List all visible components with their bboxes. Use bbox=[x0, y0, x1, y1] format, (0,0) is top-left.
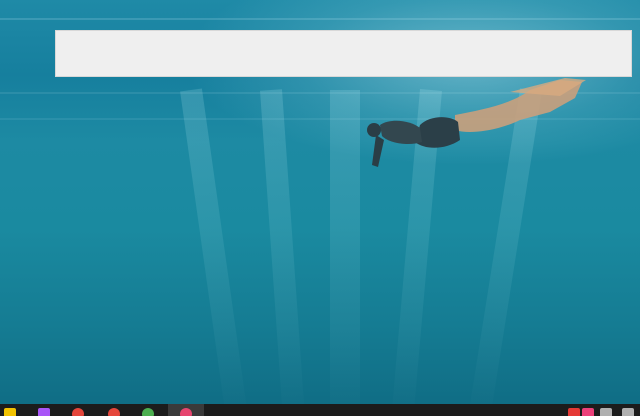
app-red-icon[interactable] bbox=[72, 408, 84, 416]
swimmer-image bbox=[367, 78, 586, 167]
tray-pink-icon[interactable] bbox=[582, 408, 594, 416]
tray-red-icon[interactable] bbox=[568, 408, 580, 416]
water-ripple bbox=[0, 18, 640, 20]
app-pink-icon[interactable] bbox=[180, 408, 192, 416]
light-ray bbox=[330, 90, 360, 416]
light-ray bbox=[180, 88, 250, 416]
docs-icon[interactable] bbox=[38, 408, 50, 416]
light-ray bbox=[260, 89, 306, 416]
files-icon[interactable] bbox=[4, 408, 16, 416]
app-red2-icon[interactable] bbox=[108, 408, 120, 416]
app-green-icon[interactable] bbox=[142, 408, 154, 416]
tray-gray2-icon[interactable] bbox=[622, 408, 634, 416]
shelf bbox=[0, 404, 640, 416]
tray-gray-icon[interactable] bbox=[600, 408, 612, 416]
search-bar[interactable] bbox=[55, 30, 632, 77]
desktop-wallpaper bbox=[0, 0, 640, 416]
